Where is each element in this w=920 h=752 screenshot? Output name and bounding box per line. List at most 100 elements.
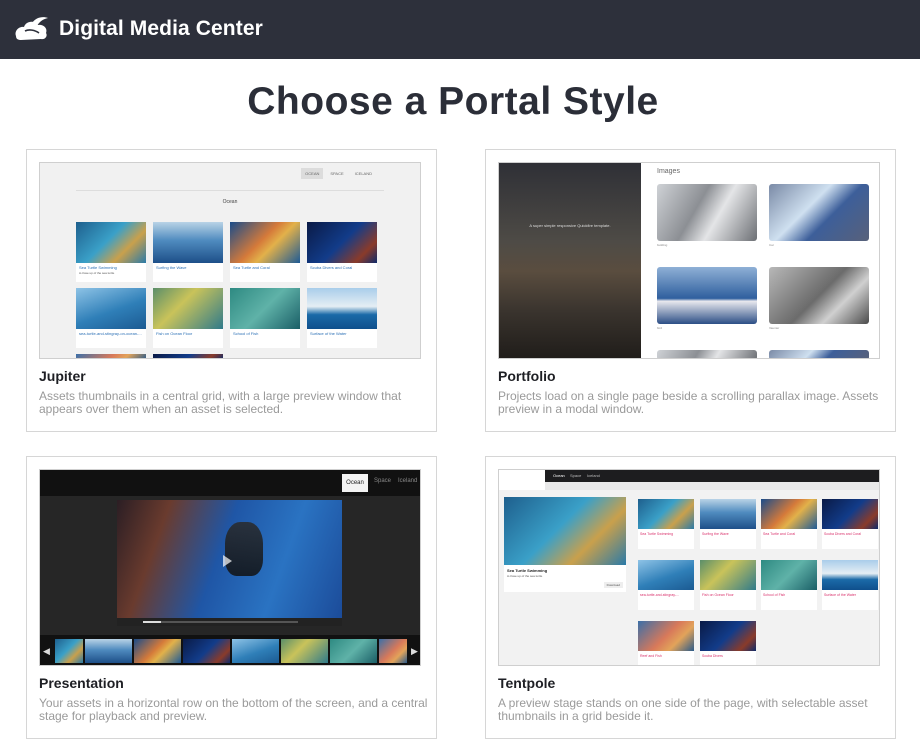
portal-card-portfolio[interactable]: A super simple responsive Quickfire temp… [485,149,896,432]
divider [76,190,384,191]
tile-caption: Fish on Ocean Floor [702,593,734,597]
tile-caption: bird [657,326,663,330]
portal-name: Tentpole [498,675,556,691]
jupiter-preview-image: OCEAN SPACE ICELAND Ocean Sea Turtle Swi… [39,162,421,359]
arrow-right-icon: ▶ [411,646,418,656]
video-controls [117,618,342,626]
portal-description: Projects load on a single page beside a … [498,389,879,416]
portal-card-presentation[interactable]: Ocean Space Iceland ◀ ▶ Presentation You… [26,456,437,739]
download-button: Download [603,582,623,588]
portfolio-preview-image: A super simple responsive Quickfire temp… [498,162,880,359]
preview-tile: Surface of the Water [822,560,878,610]
gallery-title: Ocean [222,199,238,205]
preview-grid: Sea Turtle Swimming A close up of the sea… [76,222,378,358]
preview-tile: School of Fish [761,560,817,610]
tile-caption: Surfing the Wave [156,265,187,270]
preview-nav: Ocean Space Iceland [499,470,879,482]
tentpole-preview-image: Ocean Space Iceland Sea Turtle Swimming … [498,469,880,666]
preview-tile: Fish on Ocean Floor [700,560,756,610]
tile-caption: School of Fish [233,331,259,336]
preview-tile [153,354,223,358]
diver-figure [225,522,263,576]
tile-caption: Scuba Divers and Coral [310,265,353,270]
tile-caption: Scuba Divers and Coral [824,532,861,536]
portal-card-jupiter[interactable]: OCEAN SPACE ICELAND Ocean Sea Turtle Swi… [26,149,437,432]
preview-tab: ICELAND [354,171,372,176]
preview-tile: Sea Turtle Swimming [638,499,694,549]
tile-caption: School of Fish [763,593,786,597]
preview-tile: Surface of the Water [307,288,377,348]
preview-tile [76,354,146,358]
preview-tile: Surfing the Wave [153,222,223,282]
presentation-preview-image: Ocean Space Iceland ◀ ▶ [39,469,421,666]
tile-subcaption: A close up of the sea turtle [79,271,115,275]
preview-tab: Ocean [342,474,368,492]
portal-name: Presentation [39,675,124,691]
tile-caption: Surface of the Water [824,593,856,597]
strip-thumb [232,639,279,663]
tile-caption: Fish on Ocean Floor [156,331,193,336]
preview-tile: Sea Turtle and Coral [230,222,300,282]
tile-caption: Vaunter [769,326,780,330]
preview-tile: Fish on Ocean Floor [153,288,223,348]
tile-caption: Surfing the Wave [702,532,729,536]
preview-tile [769,184,869,241]
portal-name: Jupiter [39,368,86,384]
preview-tile: Scuba Divers [700,621,756,665]
tile-caption: Sea Turtle Swimming [79,265,117,270]
strip-thumb [183,639,230,663]
preview-tile [769,350,869,358]
preview-tile: Scuba Divers and Coral [822,499,878,549]
preview-nav: Ocean Space Iceland [40,470,420,496]
preview-tab: Iceland [398,478,418,484]
strip-thumb [281,639,328,663]
gallery-heading: Images [657,168,680,175]
play-icon [223,555,232,567]
preview-tab: Space [570,473,582,478]
preview-tab: Iceland [587,473,600,478]
preview-tile: sea-turtle-and-stingray-on-ocean-... [76,288,146,348]
strip-thumb [55,639,83,663]
tile-caption: sea-turtle-and-stingray-... [640,593,680,597]
tile-caption: Scuba Divers [702,654,723,658]
parallax-image: A super simple responsive Quickfire temp… [499,163,641,358]
portal-description: A preview stage stands on one side of th… [498,696,868,723]
tile-caption: Sea Turtle and Coral [233,265,270,270]
portal-card-tentpole[interactable]: Ocean Space Iceland Sea Turtle Swimming … [485,456,896,739]
preview-tile [769,267,869,324]
preview-tile: sea-turtle-and-stingray-... [638,560,694,610]
top-bar: Digital Media Center [0,0,920,59]
preview-tile [657,350,757,358]
strip-thumb [330,639,377,663]
preview-tile: Surfing the Wave [700,499,756,549]
stage-subtitle: A close up of the sea turtle [507,574,543,578]
strip-thumb [85,639,132,663]
tile-caption: Sea Turtle and Coral [763,532,796,536]
portal-name: Portfolio [498,368,556,384]
preview-tab: OCEAN [301,168,324,179]
preview-stage: Sea Turtle Swimming A close up of the se… [504,497,626,592]
preview-tile: School of Fish [230,288,300,348]
tile-caption: Car [769,243,774,247]
thumbnail-strip: ◀ ▶ [40,635,420,665]
preview-tab: Ocean [553,473,565,478]
strip-thumb [134,639,181,663]
tile-caption: sea-turtle-and-stingray-on-ocean-... [79,331,142,336]
cloud-bird-logo-icon[interactable] [12,14,50,44]
preview-tile: Reef and Fish [638,621,694,665]
tile-caption: Reef and Fish [640,654,662,658]
portal-description: Assets thumbnails in a central grid, wit… [39,389,402,416]
arrow-left-icon: ◀ [43,646,50,656]
preview-tile: Sea Turtle and Coral [761,499,817,549]
stage-title: Sea Turtle Swimming [507,568,548,573]
preview-tagline: A super simple responsive Quickfire temp… [529,223,611,228]
preview-tabs: OCEAN SPACE ICELAND [301,168,376,179]
preview-tile: Scuba Divers and Coral [307,222,377,282]
preview-tile: Sea Turtle Swimming A close up of the sea… [76,222,146,282]
tile-caption: Sea Turtle Swimming [640,532,674,536]
tile-caption: Surface of the Water [310,331,347,336]
preview-gallery: Images building Car bird Vaunter [641,163,879,358]
preview-tile [657,184,757,241]
preview-tab: SPACE [330,171,344,176]
portal-description: Your assets in a horizontal row on the b… [39,696,428,723]
